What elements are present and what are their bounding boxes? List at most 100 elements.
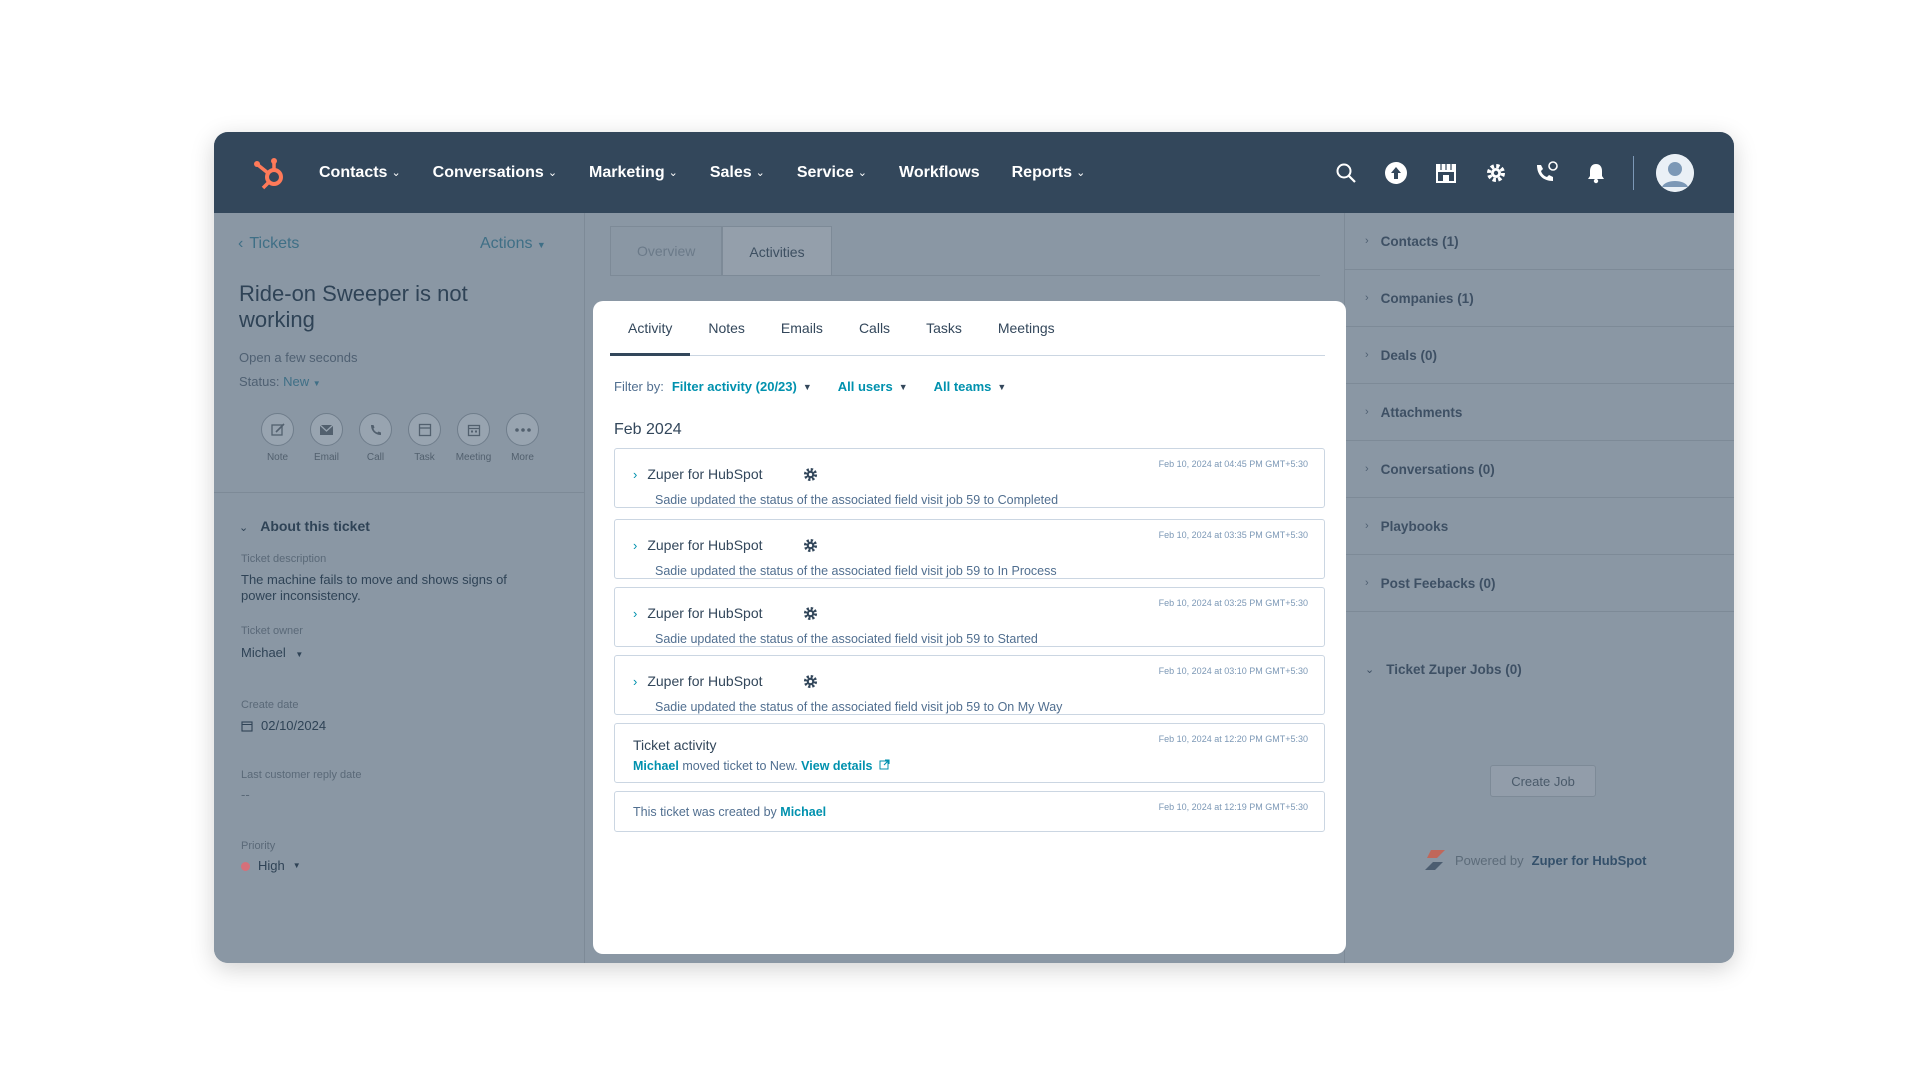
ticket-sidebar: ‹ Tickets Actions ▼ Ride-on Sweeper is no… — [214, 213, 585, 963]
chevron-right-icon: › — [1365, 577, 1369, 589]
entry-title: Ticket activity — [633, 737, 717, 753]
entry-timestamp: Feb 10, 2024 at 03:25 PM GMT+5:30 — [1158, 598, 1308, 608]
chevron-right-icon: › — [1365, 349, 1369, 361]
priority-dot-icon — [241, 861, 250, 871]
timeline-entry[interactable]: Feb 10, 2024 at 04:45 PM GMT+5:30 › Zuper… — [614, 448, 1325, 508]
chevron-down-icon: ⌄ — [239, 522, 249, 534]
user-link[interactable]: Michael — [780, 805, 826, 819]
filter-label: Filter by: — [614, 379, 664, 394]
section-ticket-zuper-jobs[interactable]: ⌄ Ticket Zuper Jobs (0) — [1365, 662, 1522, 677]
hubspot-logo-icon[interactable] — [252, 154, 290, 192]
caret-down-icon: ▼ — [292, 861, 301, 870]
priority-dropdown[interactable]: High ▼ — [241, 858, 301, 874]
task-icon — [418, 423, 431, 436]
description-value[interactable]: The machine fails to move and shows sign… — [241, 572, 531, 604]
actions-dropdown[interactable]: Actions ▼ — [480, 235, 546, 253]
entry-body: Sadie updated the status of the associat… — [655, 564, 1057, 578]
tabs-divider — [610, 275, 1320, 276]
chevron-right-icon: › — [1365, 235, 1369, 247]
section-post-feedbacks[interactable]: › Post Feebacks (0) — [1345, 555, 1734, 612]
section-deals[interactable]: › Deals (0) — [1345, 327, 1734, 384]
email-action-button[interactable]: Email — [309, 413, 344, 463]
tab-activities[interactable]: Activities — [722, 226, 832, 276]
nav-divider — [1633, 155, 1634, 190]
chevron-down-icon: ⌄ — [391, 167, 401, 179]
chevron-right-icon[interactable]: › — [633, 538, 637, 553]
owner-label: Ticket owner — [241, 625, 303, 637]
chevron-down-icon: ⌄ — [857, 167, 868, 179]
nav-service[interactable]: Service ⌄ — [797, 164, 867, 182]
more-action-button[interactable]: More — [505, 413, 540, 463]
chevron-right-icon[interactable]: › — [633, 674, 637, 689]
nav-contacts[interactable]: Contacts ⌄ — [319, 164, 401, 182]
nav-workflows[interactable]: Workflows — [899, 164, 980, 182]
nav-conversations[interactable]: Conversations ⌄ — [433, 164, 557, 182]
calling-icon[interactable] — [1533, 160, 1559, 186]
ticket-open-duration: Open a few seconds — [239, 350, 358, 365]
all-teams-dropdown[interactable]: All teams ▼ — [934, 379, 1007, 394]
priority-label: Priority — [241, 840, 276, 852]
owner-dropdown[interactable]: Michael ▼ — [241, 645, 303, 663]
tab-calls[interactable]: Calls — [841, 300, 908, 355]
tab-activity[interactable]: Activity — [610, 300, 691, 356]
tab-emails[interactable]: Emails — [763, 300, 841, 355]
calendar-icon — [241, 721, 253, 732]
entry-body: This ticket was created by Michael — [633, 805, 827, 819]
entry-body: Sadie updated the status of the associat… — [655, 493, 1059, 507]
upgrade-icon[interactable] — [1383, 160, 1409, 186]
timeline-entry[interactable]: Feb 10, 2024 at 03:35 PM GMT+5:30 › Zuper… — [614, 519, 1325, 579]
all-users-dropdown[interactable]: All users ▼ — [838, 379, 908, 394]
entry-timestamp: Feb 10, 2024 at 03:10 PM GMT+5:30 — [1158, 666, 1308, 676]
tab-overview[interactable]: Overview — [610, 226, 723, 276]
create-job-button[interactable]: Create Job — [1490, 765, 1596, 797]
chevron-right-icon: › — [1365, 520, 1369, 532]
view-details-link[interactable]: View details — [801, 759, 872, 773]
back-to-tickets-link[interactable]: ‹ Tickets — [238, 235, 299, 253]
marketplace-icon[interactable] — [1433, 160, 1459, 186]
top-navigation: Contacts ⌄ Conversations ⌄ Marketing ⌄ Sale… — [214, 132, 1734, 213]
ticket-title: Ride-on Sweeper is not working — [239, 281, 468, 332]
user-link[interactable]: Michael — [633, 759, 679, 773]
filter-activity-dropdown[interactable]: Filter activity (20/23) ▼ — [672, 379, 812, 394]
chevron-down-icon: ⌄ — [668, 167, 678, 179]
task-action-button[interactable]: Task — [407, 413, 442, 463]
caret-down-icon: ▼ — [898, 381, 908, 392]
timeline-entry[interactable]: Feb 10, 2024 at 03:10 PM GMT+5:30 › Zuper… — [614, 655, 1325, 715]
chevron-right-icon: › — [1365, 463, 1369, 475]
tab-notes[interactable]: Notes — [690, 300, 763, 355]
section-companies[interactable]: › Companies (1) — [1345, 270, 1734, 327]
nav-marketing[interactable]: Marketing ⌄ — [589, 164, 678, 182]
about-ticket-toggle[interactable]: ⌄ About this ticket — [239, 518, 370, 534]
section-attachments[interactable]: › Attachments — [1345, 384, 1734, 441]
nav-sales[interactable]: Sales ⌄ — [710, 164, 765, 182]
entry-timestamp: Feb 10, 2024 at 04:45 PM GMT+5:30 — [1158, 459, 1308, 469]
nav-reports[interactable]: Reports ⌄ — [1012, 164, 1086, 182]
note-action-button[interactable]: Note — [260, 413, 295, 463]
tab-meetings[interactable]: Meetings — [980, 300, 1073, 355]
ticket-activity-entry[interactable]: Feb 10, 2024 at 12:20 PM GMT+5:30 Ticket… — [614, 723, 1325, 783]
external-link-icon[interactable] — [879, 759, 890, 770]
chevron-left-icon: ‹ — [238, 235, 244, 252]
section-contacts[interactable]: › Contacts (1) — [1345, 213, 1734, 270]
phone-icon — [370, 424, 381, 435]
timeline-entry[interactable]: Feb 10, 2024 at 03:25 PM GMT+5:30 › Zuper… — [614, 587, 1325, 647]
user-avatar[interactable] — [1656, 153, 1694, 192]
search-icon[interactable] — [1333, 160, 1359, 186]
chevron-right-icon[interactable]: › — [633, 606, 637, 621]
call-action-button[interactable]: Call — [358, 413, 393, 463]
gear-icon — [803, 538, 818, 553]
status-dropdown[interactable]: New ▼ — [283, 374, 321, 389]
notifications-icon[interactable] — [1583, 160, 1609, 186]
create-date-field[interactable]: 02/10/2024 — [241, 718, 326, 734]
section-playbooks[interactable]: › Playbooks — [1345, 498, 1734, 555]
chevron-down-icon: ⌄ — [547, 167, 558, 179]
tab-tasks[interactable]: Tasks — [908, 300, 980, 355]
caret-down-icon: ▼ — [802, 381, 812, 392]
settings-icon[interactable] — [1483, 160, 1509, 186]
create-date-label: Create date — [241, 699, 299, 711]
meeting-action-button[interactable]: Meeting — [456, 413, 491, 463]
calendar-icon — [467, 424, 480, 436]
quick-actions: Note Email Call Task Meeting More — [260, 413, 540, 463]
section-conversations[interactable]: › Conversations (0) — [1345, 441, 1734, 498]
chevron-right-icon[interactable]: › — [633, 467, 637, 482]
